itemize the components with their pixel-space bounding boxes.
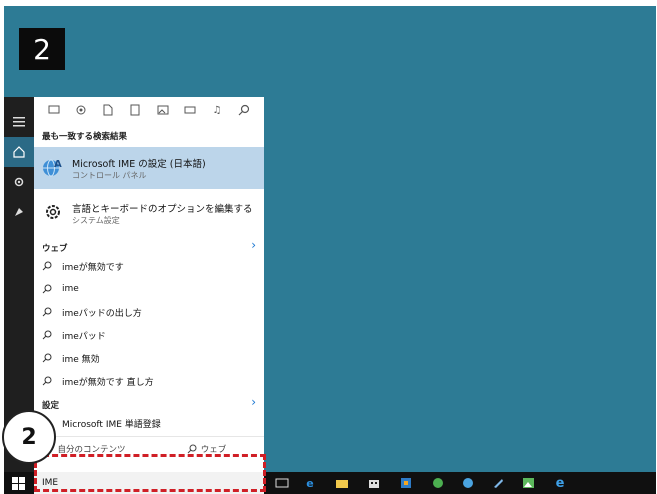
search-icon xyxy=(42,261,56,271)
language-options-title: 言語とキーボードのオプションを編集する xyxy=(72,204,253,215)
web-suggestion[interactable]: imeパッドの出し方 xyxy=(42,302,142,322)
settings-chevron-right-icon[interactable]: › xyxy=(251,395,256,409)
hamburger-menu-icon[interactable] xyxy=(4,107,34,137)
chat-app-icon[interactable] xyxy=(460,475,476,491)
folders-filter-icon[interactable] xyxy=(126,101,144,119)
web-suggestion[interactable]: ime xyxy=(42,279,79,299)
search-icon xyxy=(187,444,197,454)
windows-start-icon[interactable] xyxy=(12,476,26,490)
search-icon xyxy=(42,284,56,294)
search-icon xyxy=(42,353,56,363)
search-box-highlight-annotation xyxy=(34,454,266,492)
best-match-title: Microsoft IME の設定 (日本語) xyxy=(72,159,206,170)
ime-globe-icon: A xyxy=(40,155,66,181)
search-icon xyxy=(42,330,56,340)
web-suggestion[interactable]: imeパッド xyxy=(42,325,106,345)
web-suggestion-text: ime 無効 xyxy=(62,354,100,365)
best-match-subtitle: コントロール パネル xyxy=(72,171,147,180)
svg-text:A: A xyxy=(54,159,62,170)
callout-number-badge: 2 xyxy=(2,410,56,464)
web-suggestion-text: ime xyxy=(62,284,79,294)
search-results-panel: ♫ 最も一致する検索結果 A Microsoft IME の設定 (日本語) コ… xyxy=(34,97,264,473)
file-explorer-icon[interactable] xyxy=(334,475,350,491)
gear-icon[interactable] xyxy=(4,167,34,197)
music-filter-icon[interactable]: ♫ xyxy=(208,101,226,119)
image-app-icon[interactable] xyxy=(520,475,536,491)
settings-result-text: Microsoft IME 単語登録 xyxy=(62,419,161,430)
web-suggestion-text: imeが無効です 直し方 xyxy=(62,377,154,388)
documents-filter-icon[interactable] xyxy=(99,101,117,119)
feedback-icon[interactable] xyxy=(4,197,34,227)
task-view-icon[interactable] xyxy=(274,475,290,491)
web-suggestion[interactable]: imeが無効です xyxy=(42,256,124,276)
filter-bar: ♫ xyxy=(34,97,264,123)
videos-filter-icon[interactable] xyxy=(181,101,199,119)
settings-result[interactable]: Microsoft IME 単語登録 xyxy=(62,413,161,433)
language-options-result[interactable]: 言語とキーボードのオプションを編集する システム設定 xyxy=(34,193,264,231)
gear-icon xyxy=(40,199,66,225)
apps-filter-icon[interactable] xyxy=(45,101,63,119)
settings-filter-icon[interactable] xyxy=(72,101,90,119)
desktop: 2 ♫ 最も一致する検索結果 A Microsoft IME の設定 (日本語)… xyxy=(4,6,656,494)
web-suggestion[interactable]: imeが無効です 直し方 xyxy=(42,371,154,391)
photos-filter-icon[interactable] xyxy=(154,101,172,119)
pen-app-icon[interactable] xyxy=(490,475,506,491)
language-options-subtitle: システム設定 xyxy=(72,216,120,225)
best-match-result[interactable]: A Microsoft IME の設定 (日本語) コントロール パネル xyxy=(34,147,264,189)
best-match-heading: 最も一致する検索結果 xyxy=(42,132,128,142)
store-icon[interactable] xyxy=(366,475,382,491)
edge-browser-icon[interactable]: e xyxy=(302,475,318,491)
web-suggestion[interactable]: ime 無効 xyxy=(42,348,100,368)
media-app-icon[interactable] xyxy=(398,475,414,491)
internet-explorer-icon[interactable]: e xyxy=(552,475,568,491)
web-suggestion-text: imeパッドの出し方 xyxy=(62,308,142,319)
step-number-badge: 2 xyxy=(19,28,65,70)
green-app-icon[interactable] xyxy=(430,475,446,491)
web-suggestion-text: imeが無効です xyxy=(62,262,124,273)
web-suggestion-text: imeパッド xyxy=(62,331,106,342)
home-icon[interactable] xyxy=(4,137,34,167)
web-chevron-right-icon[interactable]: › xyxy=(251,238,256,252)
search-icon[interactable] xyxy=(235,101,253,119)
web-heading: ウェブ xyxy=(42,244,68,254)
search-icon xyxy=(42,376,56,386)
search-icon xyxy=(42,307,56,317)
settings-heading: 設定 xyxy=(42,401,60,411)
